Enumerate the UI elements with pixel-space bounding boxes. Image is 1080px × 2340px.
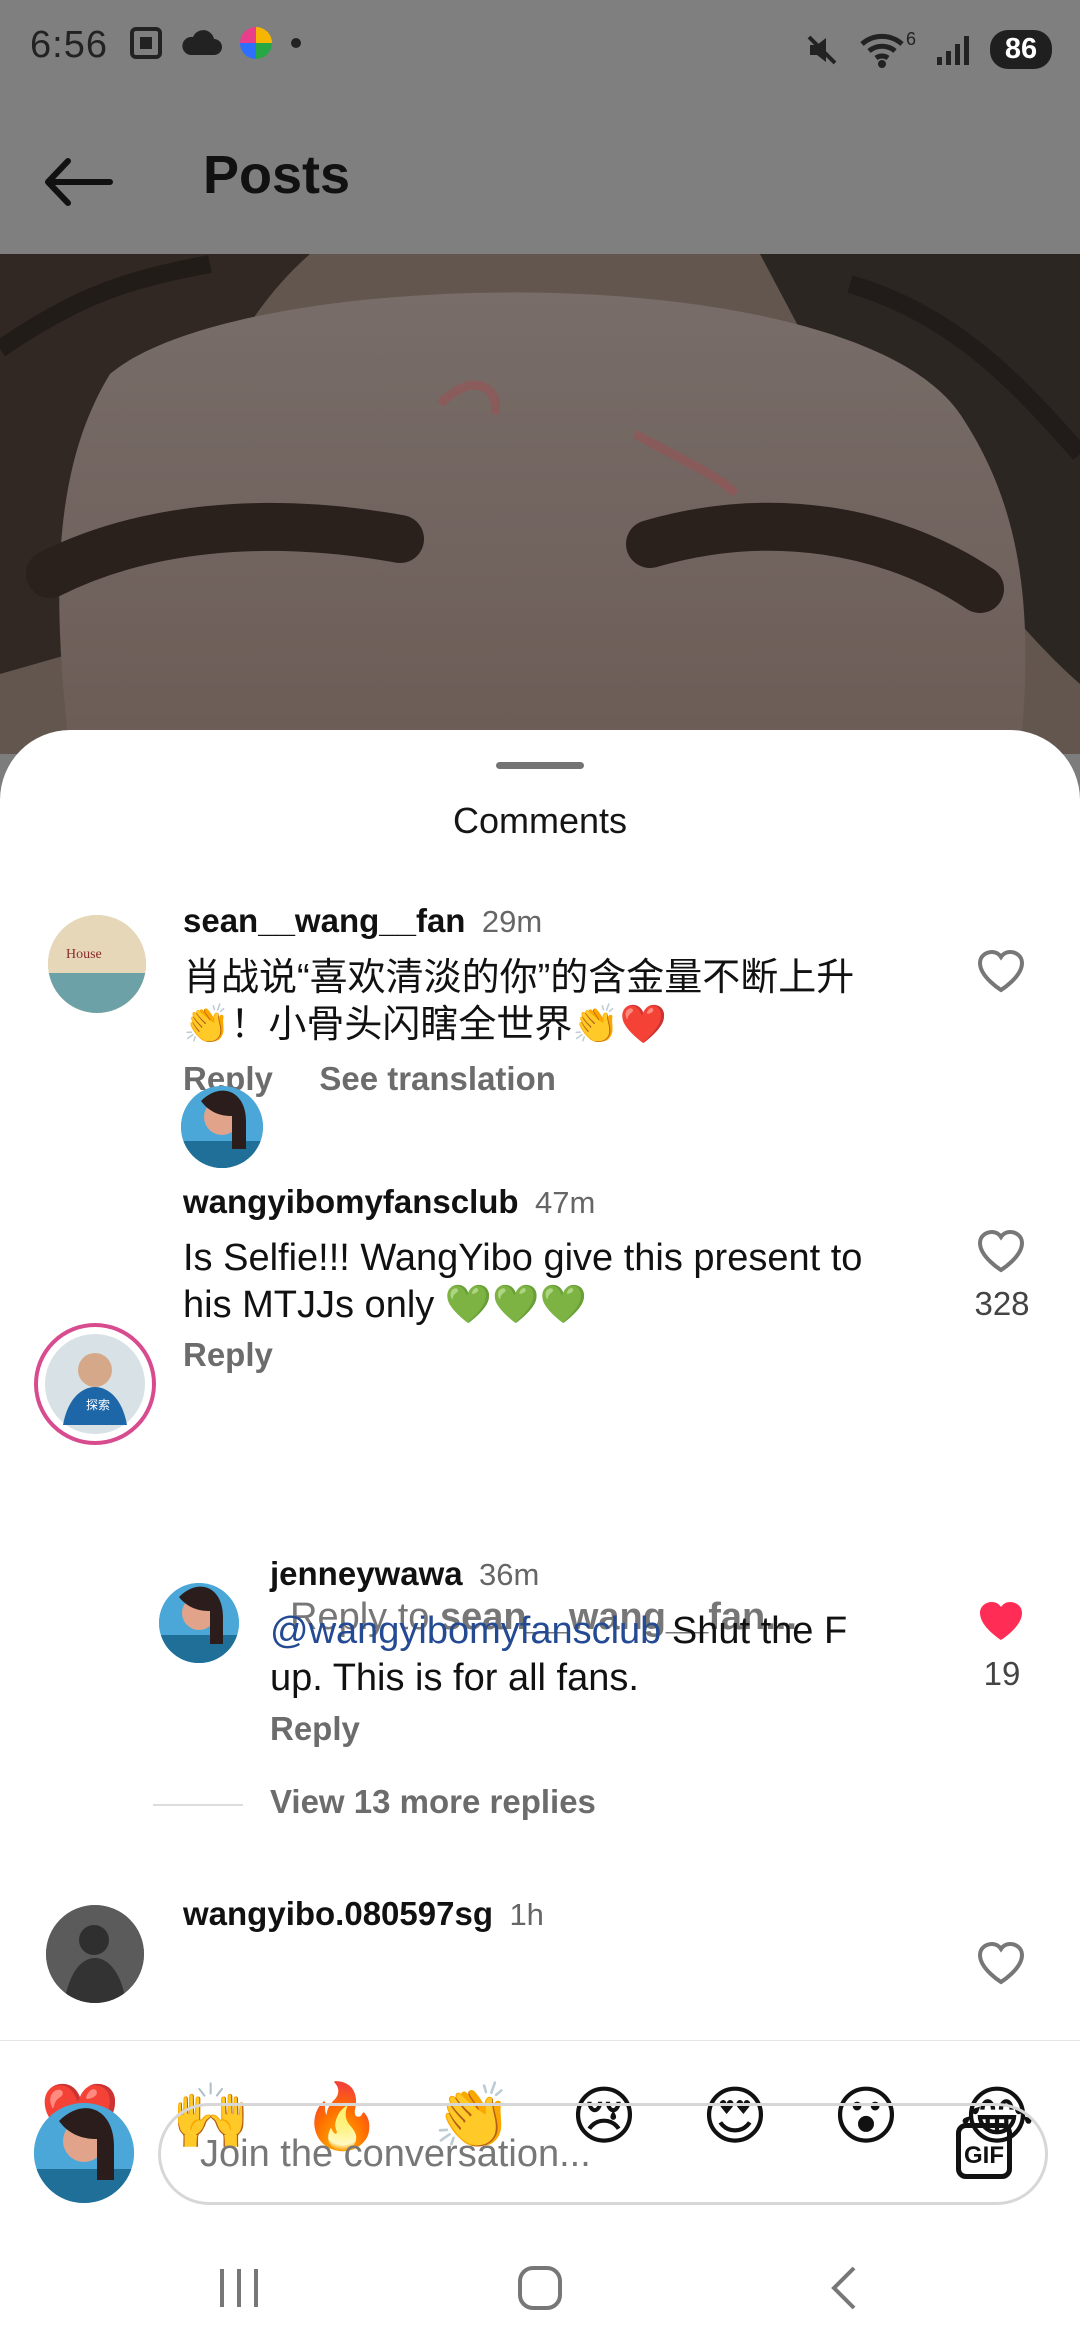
comment-text-line-2: his MTJJs only 💚💚💚 xyxy=(183,1284,587,1326)
battery-level: 86 xyxy=(990,30,1052,69)
comment-text: Is Selfie!!! WangYibo give this present … xyxy=(183,1235,963,1329)
mention-link[interactable]: @wangyibomyfansclub xyxy=(270,1610,661,1652)
avatar-wangyibo-080597sg[interactable] xyxy=(46,1905,144,2003)
back-arrow-icon[interactable] xyxy=(40,147,116,217)
mute-icon xyxy=(807,35,837,64)
comment-1-header: sean__wang__fan 29m xyxy=(183,902,542,940)
colorful-app-icon xyxy=(240,27,272,59)
recent-apps-icon[interactable] xyxy=(214,2265,264,2311)
svg-text:House: House xyxy=(66,947,102,962)
comment-text-line-1: Is Selfie!!! WangYibo give this present … xyxy=(183,1237,863,1279)
comment-text-line-2: up. This is for all fans. xyxy=(270,1657,639,1699)
avatar-sean-wang-fan[interactable]: House xyxy=(48,915,146,1013)
like-heart-icon[interactable] xyxy=(976,1940,1026,1986)
system-navigation-bar xyxy=(0,2235,1080,2340)
home-icon[interactable] xyxy=(515,2263,565,2313)
comment-username[interactable]: wangyibomyfansclub xyxy=(183,1183,519,1220)
beach-profile-avatar-image xyxy=(34,2103,134,2203)
beach-profile-avatar-image xyxy=(181,1086,263,1168)
current-user-avatar xyxy=(181,1086,263,1168)
comment-text-line-2: 👏！小骨头闪瞎全世界👏❤️ xyxy=(183,1004,667,1046)
comment-2-header: wangyibomyfansclub 47m xyxy=(183,1183,595,1221)
comment-username[interactable]: sean__wang__fan xyxy=(183,902,465,939)
comments-sheet: Comments House sean__wang__fan 29m 肖战说“喜… xyxy=(0,730,1080,2340)
comment-username[interactable]: jenneywawa xyxy=(270,1555,463,1592)
like-count: 19 xyxy=(983,1655,1021,1692)
like-heart-icon[interactable] xyxy=(976,948,1026,994)
comment-text-line-1: @wangyibomyfansclub Shut the F xyxy=(270,1610,848,1652)
comment-time: 1h xyxy=(509,1897,544,1932)
composer-user-avatar[interactable] xyxy=(34,2103,134,2203)
comment-composer[interactable]: GIF xyxy=(158,2103,1048,2205)
cloud-icon xyxy=(182,30,222,55)
see-translation-button[interactable]: See translation xyxy=(319,1060,556,1097)
status-right-icons: 6 86 xyxy=(804,29,1052,69)
svg-text:探索: 探索 xyxy=(86,1398,110,1412)
reply-button[interactable]: Reply xyxy=(183,1336,273,1374)
comment-text: @wangyibomyfansclub Shut the F up. This … xyxy=(270,1608,950,1702)
dark-group-avatar-image xyxy=(46,1905,144,2003)
back-icon[interactable] xyxy=(826,2263,862,2313)
comment-username[interactable]: wangyibo.080597sg xyxy=(183,1895,493,1932)
house-of-fire-avatar-image: House xyxy=(48,915,146,1013)
comments-title: Comments xyxy=(452,800,628,841)
status-bar: 6:56 6 86 xyxy=(0,0,1080,110)
page-title: Posts xyxy=(203,145,351,205)
avatar-jenneywawa[interactable] xyxy=(159,1583,239,1663)
liked-heart-icon[interactable] xyxy=(976,1598,1026,1644)
forehead-photo-image xyxy=(0,254,1080,754)
comment-input[interactable] xyxy=(198,2131,882,2177)
view-more-replies-button[interactable]: View 13 more replies xyxy=(270,1783,596,1821)
dot-icon xyxy=(291,38,301,48)
reply-button[interactable]: Reply xyxy=(270,1710,360,1748)
status-left-icons xyxy=(128,25,302,61)
comment-time: 47m xyxy=(535,1185,596,1220)
view-replies-row[interactable]: View 13 more replies xyxy=(153,1783,653,1827)
drag-handle[interactable] xyxy=(496,762,584,769)
comment-3-header: jenneywawa 36m xyxy=(270,1555,539,1593)
comment-time: 29m xyxy=(481,904,543,939)
avatar-wangyibomyfansclub[interactable]: 探索 xyxy=(34,1323,156,1445)
post-photo xyxy=(0,254,1080,754)
view-replies-divider xyxy=(153,1804,243,1806)
gif-button[interactable]: GIF xyxy=(956,2123,1012,2179)
comment-text-line-1: 肖战说“喜欢清淡的你”的含金量不断上升 xyxy=(183,957,855,999)
signal-icon xyxy=(937,35,969,65)
app-bar: Posts xyxy=(0,110,1080,254)
comment-text: 肖战说“喜欢清淡的你”的含金量不断上升 👏！小骨头闪瞎全世界👏❤️ xyxy=(183,955,963,1049)
wifi-icon xyxy=(860,33,904,68)
status-time: 6:56 xyxy=(30,24,108,66)
beach-profile-avatar-image xyxy=(159,1583,239,1663)
like-heart-icon[interactable] xyxy=(976,1228,1026,1274)
comment-time: 36m xyxy=(479,1557,540,1592)
blue-shirt-avatar-image: 探索 xyxy=(45,1334,145,1434)
comment-4-header: wangyibo.080597sg 1h xyxy=(183,1895,544,1933)
like-count: 328 xyxy=(974,1285,1030,1322)
wifi-signal-label: 6 xyxy=(905,29,916,49)
screenshot-icon xyxy=(130,27,162,59)
